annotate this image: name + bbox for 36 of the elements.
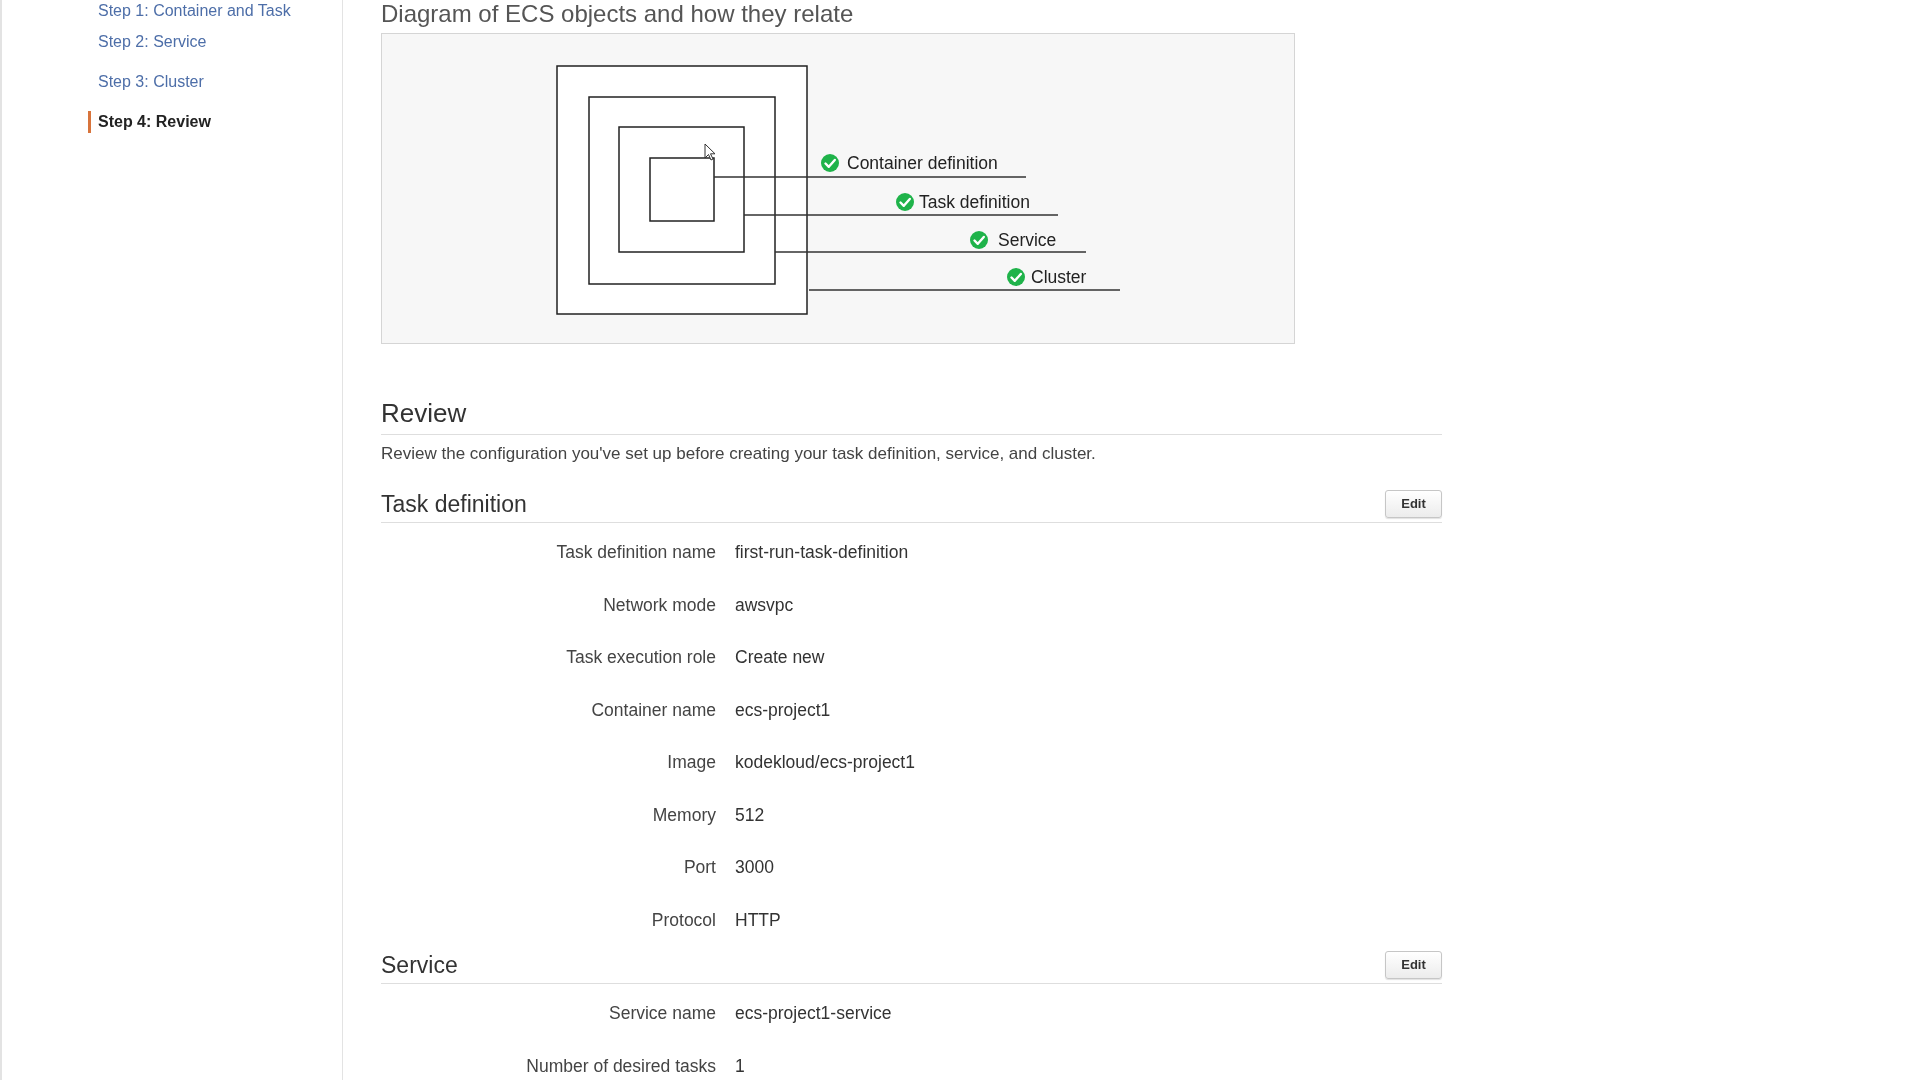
field-label: Image <box>666 751 716 774</box>
sidebar-step-link[interactable]: Step 4: Review <box>88 111 211 133</box>
sidebar-step-link[interactable]: Step 2: Service <box>88 31 207 53</box>
section-title: Task definition <box>381 489 527 518</box>
field-value: kodekloud/ecs-project1 <box>735 751 915 774</box>
field-value: 1 <box>735 1054 745 1077</box>
field-value: 512 <box>735 803 765 826</box>
diagram-label: Container definition <box>847 153 998 173</box>
diagram-title: Diagram of ECS objects and how they relate <box>381 0 854 28</box>
field-value: first-run-task-definition <box>735 541 909 564</box>
review-title: Review <box>381 398 467 428</box>
field-value: Create new <box>735 646 825 669</box>
edit-button[interactable]: Edit <box>1385 489 1442 518</box>
field-label: Port <box>682 856 716 879</box>
field-value: 3000 <box>735 856 774 879</box>
field-value: ecs-project1-service <box>735 1002 892 1025</box>
review-description: Review the configuration you've set up before creating your task definition, service, and cluster. <box>381 443 1097 465</box>
field-value: awsvpc <box>735 593 794 616</box>
sidebar-step-link[interactable]: Step 1: Container and Task <box>88 0 291 22</box>
field-label: Task definition name <box>555 541 716 564</box>
field-label: Memory <box>651 803 716 826</box>
section-title: Service <box>381 950 458 979</box>
sidebar-step-link[interactable]: Step 3: Cluster <box>88 71 204 93</box>
diagram-label: Service <box>998 230 1057 250</box>
field-label: Number of desired tasks <box>525 1054 716 1077</box>
diagram-label: Cluster <box>1031 267 1087 287</box>
field-label: Task execution role <box>565 646 716 669</box>
field-label: Service name <box>608 1002 716 1025</box>
mouse-cursor-icon <box>704 143 716 161</box>
field-label: Container name <box>590 698 716 721</box>
field-label: Protocol <box>650 908 716 931</box>
diagram-label: Task definition <box>919 192 1030 212</box>
field-value: HTTP <box>735 908 781 931</box>
edit-button[interactable]: Edit <box>1385 950 1442 979</box>
field-label: Network mode <box>602 593 716 616</box>
field-value: ecs-project1 <box>735 698 831 721</box>
